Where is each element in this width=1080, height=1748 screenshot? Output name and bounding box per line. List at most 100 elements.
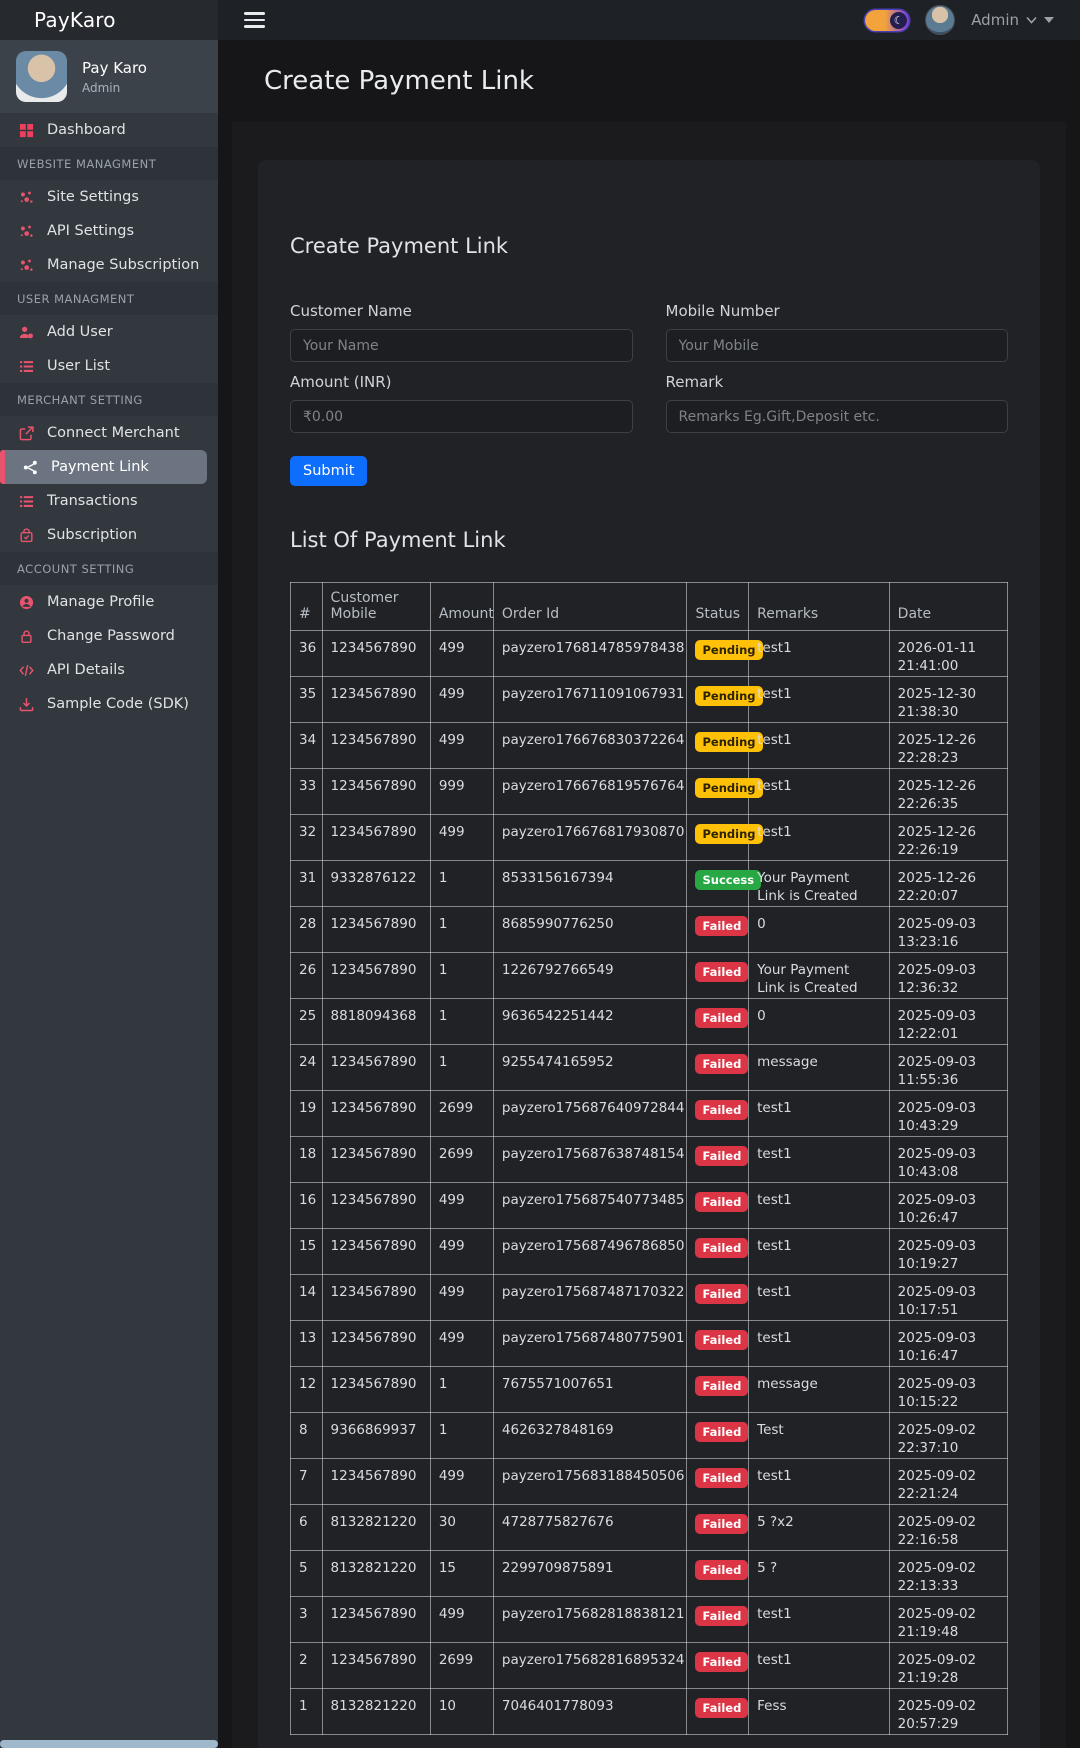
sidebar-item-label: Payment Link xyxy=(51,459,149,475)
cell-amount: 499 xyxy=(430,1321,493,1367)
sidebar-item-label: User List xyxy=(47,358,110,374)
cell-amount: 2699 xyxy=(430,1137,493,1183)
cell-amount: 499 xyxy=(430,1275,493,1321)
sidebar-item-subscription[interactable]: Subscription xyxy=(0,518,218,552)
cell-date: 2025-09-03 10:16:47 xyxy=(889,1321,1007,1367)
user-add-icon xyxy=(17,324,36,340)
cell-id: 33 xyxy=(291,769,323,815)
chevron-down-icon xyxy=(1026,16,1037,24)
status-badge: Pending xyxy=(695,640,762,660)
sidebar-item-transactions[interactable]: Transactions xyxy=(0,484,218,518)
cell-date: 2025-12-26 22:26:19 xyxy=(889,815,1007,861)
cell-mobile: 1234567890 xyxy=(322,907,430,953)
list-icon xyxy=(17,358,36,374)
cell-amount: 499 xyxy=(430,631,493,677)
dark-mode-toggle[interactable]: ☾ xyxy=(865,10,909,31)
cell-date: 2025-09-02 22:13:33 xyxy=(889,1551,1007,1597)
status-badge: Success xyxy=(695,870,761,890)
cell-mobile: 8132821220 xyxy=(322,1505,430,1551)
cell-amount: 1 xyxy=(430,953,493,999)
sidebar-scrollbar[interactable] xyxy=(0,1740,218,1748)
column-header: Status xyxy=(687,583,749,631)
cell-date: 2025-09-03 12:22:01 xyxy=(889,999,1007,1045)
sidebar-item-payment-link[interactable]: Payment Link xyxy=(0,450,207,484)
cell-date: 2025-09-02 21:19:48 xyxy=(889,1597,1007,1643)
cell-mobile: 1234567890 xyxy=(322,953,430,999)
sidebar-item-label: Transactions xyxy=(47,493,138,509)
cell-remarks: test1 xyxy=(749,1597,890,1643)
sidebar-item-manage-subscription[interactable]: Manage Subscription xyxy=(0,248,218,282)
cell-date: 2025-09-03 13:23:16 xyxy=(889,907,1007,953)
column-header: Date xyxy=(889,583,1007,631)
sidebar-item-label: Manage Profile xyxy=(47,594,154,610)
payment-link-card: Create Payment Link Customer Name Mobile… xyxy=(258,160,1040,1748)
table-row: 12123456789017675571007651Failedmessage2… xyxy=(291,1367,1008,1413)
cell-mobile: 1234567890 xyxy=(322,1367,430,1413)
table-row: 361234567890499payzero176814785978438Pen… xyxy=(291,631,1008,677)
column-header: # xyxy=(291,583,323,631)
profile-block: Pay Karo Admin xyxy=(0,40,218,113)
cell-amount: 499 xyxy=(430,1597,493,1643)
sidebar-item-add-user[interactable]: Add User xyxy=(0,315,218,349)
cell-order-id: 9636542251442 xyxy=(493,999,687,1045)
submit-button[interactable]: Submit xyxy=(290,456,367,486)
admin-label: Admin xyxy=(971,11,1019,29)
cell-amount: 1 xyxy=(430,1045,493,1091)
sidebar-item-connect-merchant[interactable]: Connect Merchant xyxy=(0,416,218,450)
cell-date: 2025-12-26 22:26:35 xyxy=(889,769,1007,815)
customer-name-label: Customer Name xyxy=(290,302,633,320)
customer-name-input[interactable] xyxy=(290,329,633,362)
cell-id: 8 xyxy=(291,1413,323,1459)
cell-mobile: 1234567890 xyxy=(322,1321,430,1367)
table-row: 8936686993714626327848169FailedTest2025-… xyxy=(291,1413,1008,1459)
sidebar-item-label: Subscription xyxy=(47,527,137,543)
status-badge: Failed xyxy=(695,1376,748,1396)
status-badge: Failed xyxy=(695,1146,748,1166)
status-badge: Pending xyxy=(695,686,762,706)
cell-status: Failed xyxy=(687,1689,749,1735)
cell-order-id: 7675571007651 xyxy=(493,1367,687,1413)
cell-id: 16 xyxy=(291,1183,323,1229)
status-badge: Failed xyxy=(695,1100,748,1120)
cell-date: 2025-09-03 10:43:29 xyxy=(889,1091,1007,1137)
mobile-number-input[interactable] xyxy=(666,329,1009,362)
cell-status: Pending xyxy=(687,769,749,815)
cell-status: Pending xyxy=(687,815,749,861)
cell-remarks: test1 xyxy=(749,1091,890,1137)
table-row: 68132821220304728775827676Failed5 ?x2202… xyxy=(291,1505,1008,1551)
sidebar-item-manage-profile[interactable]: Manage Profile xyxy=(0,585,218,619)
table-row: 161234567890499payzero175687540773485Fai… xyxy=(291,1183,1008,1229)
avatar[interactable] xyxy=(925,5,955,35)
cell-date: 2025-12-26 22:28:23 xyxy=(889,723,1007,769)
cell-status: Failed xyxy=(687,1045,749,1091)
cell-mobile: 9366869937 xyxy=(322,1413,430,1459)
status-badge: Failed xyxy=(695,1652,748,1672)
remark-field-group: Remark xyxy=(666,373,1009,433)
remark-input[interactable] xyxy=(666,400,1009,433)
sidebar-item-sample-code-sdk[interactable]: Sample Code (SDK) xyxy=(0,687,218,721)
sidebar-item-site-settings[interactable]: Site Settings xyxy=(0,180,218,214)
lock-icon xyxy=(17,628,36,644)
sidebar-item-label: API Settings xyxy=(47,223,134,239)
cell-remarks: 5 ?x2 xyxy=(749,1505,890,1551)
admin-dropdown[interactable]: Admin xyxy=(971,11,1054,29)
cell-remarks: Your Payment Link is Created xyxy=(749,953,890,999)
hamburger-menu-icon[interactable] xyxy=(244,12,265,28)
cell-order-id: payzero176676830372264 xyxy=(493,723,687,769)
amount-input[interactable] xyxy=(290,400,633,433)
cell-mobile: 1234567890 xyxy=(322,1597,430,1643)
cell-date: 2025-09-03 10:15:22 xyxy=(889,1367,1007,1413)
sidebar-item-api-settings[interactable]: API Settings xyxy=(0,214,218,248)
sidebar-item-user-list[interactable]: User List xyxy=(0,349,218,383)
sidebar-item-change-password[interactable]: Change Password xyxy=(0,619,218,653)
sidebar-item-api-details[interactable]: API Details xyxy=(0,653,218,687)
share-icon xyxy=(21,459,40,475)
cell-status: Failed xyxy=(687,1321,749,1367)
cell-order-id: payzero175687480775901 xyxy=(493,1321,687,1367)
cell-status: Failed xyxy=(687,1367,749,1413)
cell-id: 25 xyxy=(291,999,323,1045)
status-badge: Failed xyxy=(695,1054,748,1074)
cell-amount: 2699 xyxy=(430,1091,493,1137)
cell-status: Failed xyxy=(687,1091,749,1137)
sidebar-item-dashboard[interactable]: Dashboard xyxy=(0,113,218,147)
